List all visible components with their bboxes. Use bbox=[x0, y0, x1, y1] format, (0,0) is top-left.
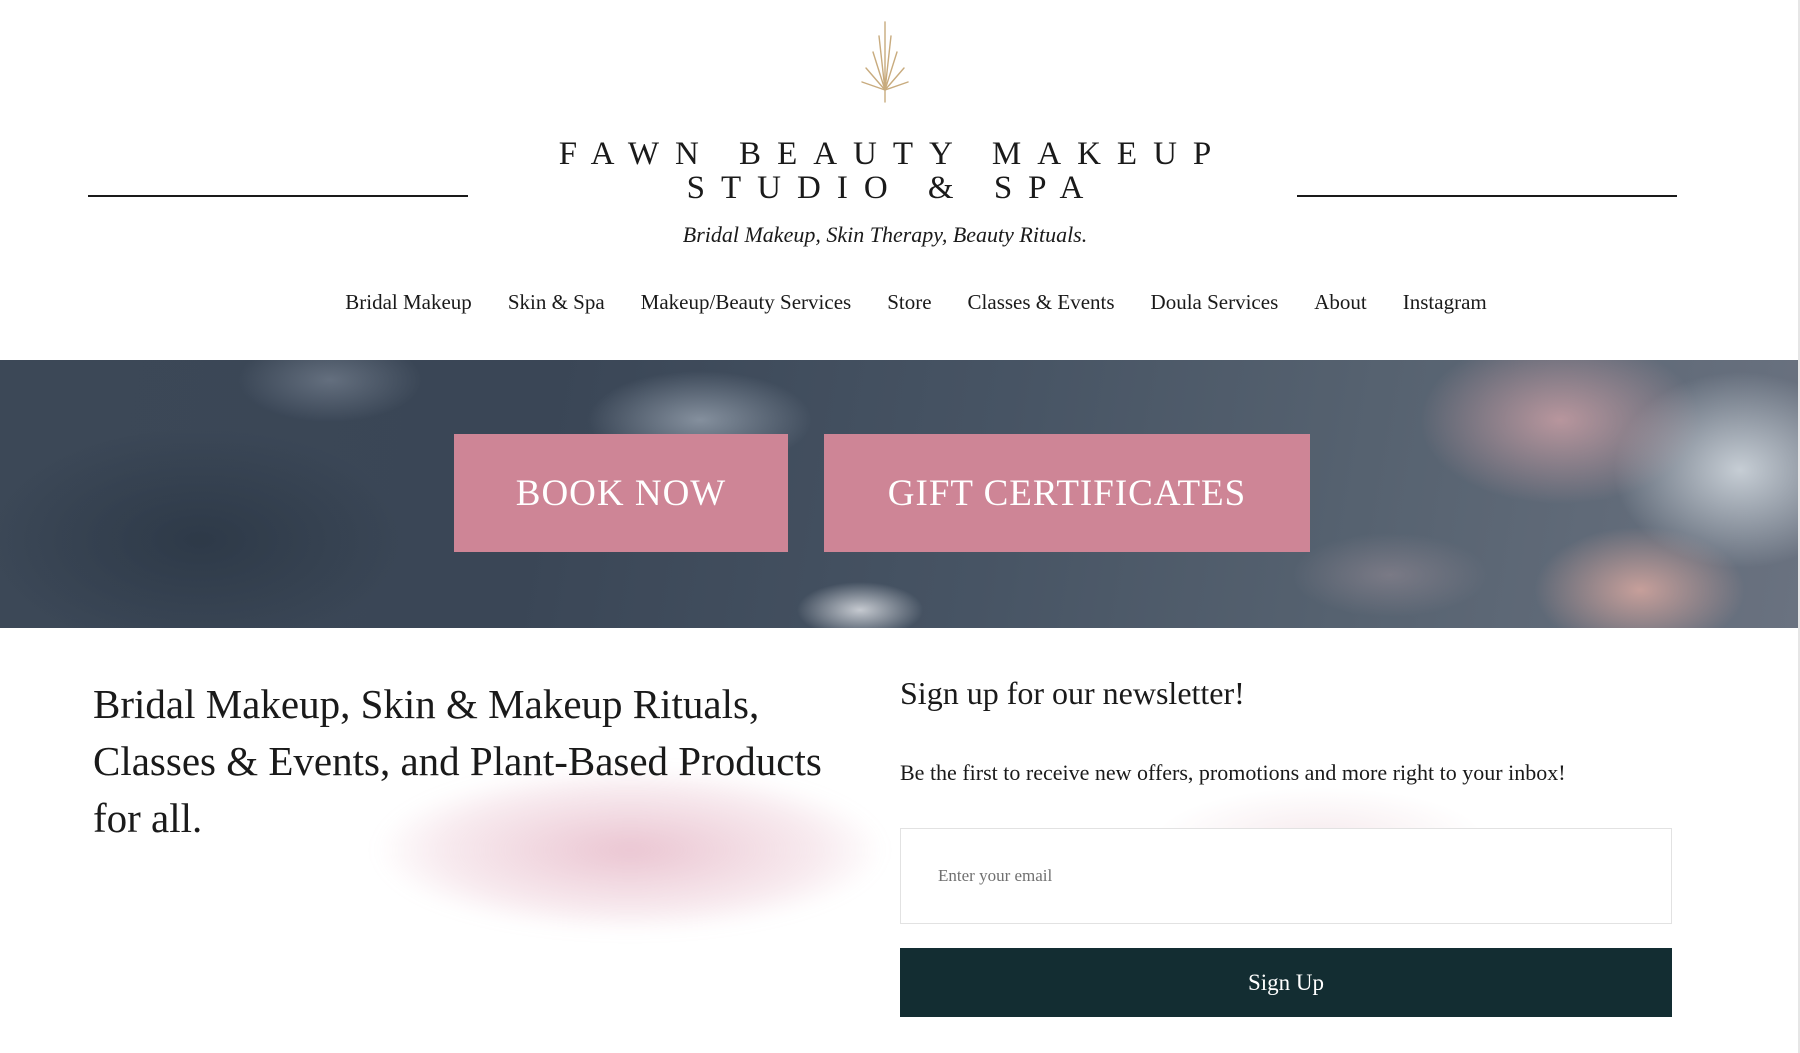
main-nav: Bridal Makeup Skin & Spa Makeup/Beauty S… bbox=[0, 290, 1800, 315]
site-title-line1[interactable]: FAWN BEAUTY MAKEUP bbox=[450, 137, 1320, 171]
nav-item-skin-spa[interactable]: Skin & Spa bbox=[508, 290, 605, 315]
header-divider-left bbox=[88, 195, 468, 197]
nav-item-bridal-makeup[interactable]: Bridal Makeup bbox=[345, 290, 472, 315]
nav-item-doula-services[interactable]: Doula Services bbox=[1151, 290, 1279, 315]
nav-item-about[interactable]: About bbox=[1314, 290, 1367, 315]
email-field[interactable] bbox=[900, 828, 1672, 924]
page: FAWN BEAUTY MAKEUP STUDIO & SPA Bridal M… bbox=[0, 0, 1800, 1053]
intro-headline: Bridal Makeup, Skin & Makeup Rituals, Cl… bbox=[93, 681, 822, 841]
gold-burst-icon bbox=[861, 21, 909, 103]
nav-item-instagram[interactable]: Instagram bbox=[1403, 290, 1487, 315]
hero-banner: BOOK NOW GIFT CERTIFICATES bbox=[0, 360, 1800, 628]
header-divider-right bbox=[1297, 195, 1677, 197]
nav-item-classes-events[interactable]: Classes & Events bbox=[968, 290, 1115, 315]
book-now-button[interactable]: BOOK NOW bbox=[454, 434, 788, 552]
newsletter-title: Sign up for our newsletter! bbox=[900, 675, 1245, 711]
newsletter-description: Be the first to receive new offers, prom… bbox=[900, 760, 1566, 785]
site-title[interactable]: FAWN BEAUTY MAKEUP STUDIO & SPA bbox=[450, 137, 1320, 205]
nav-item-store[interactable]: Store bbox=[887, 290, 931, 315]
site-tagline: Bridal Makeup, Skin Therapy, Beauty Ritu… bbox=[682, 222, 1088, 247]
gift-certificates-button[interactable]: GIFT CERTIFICATES bbox=[824, 434, 1310, 552]
site-title-line2[interactable]: STUDIO & SPA bbox=[450, 171, 1320, 205]
nav-item-makeup-beauty-services[interactable]: Makeup/Beauty Services bbox=[641, 290, 852, 315]
sign-up-button[interactable]: Sign Up bbox=[900, 948, 1672, 1017]
